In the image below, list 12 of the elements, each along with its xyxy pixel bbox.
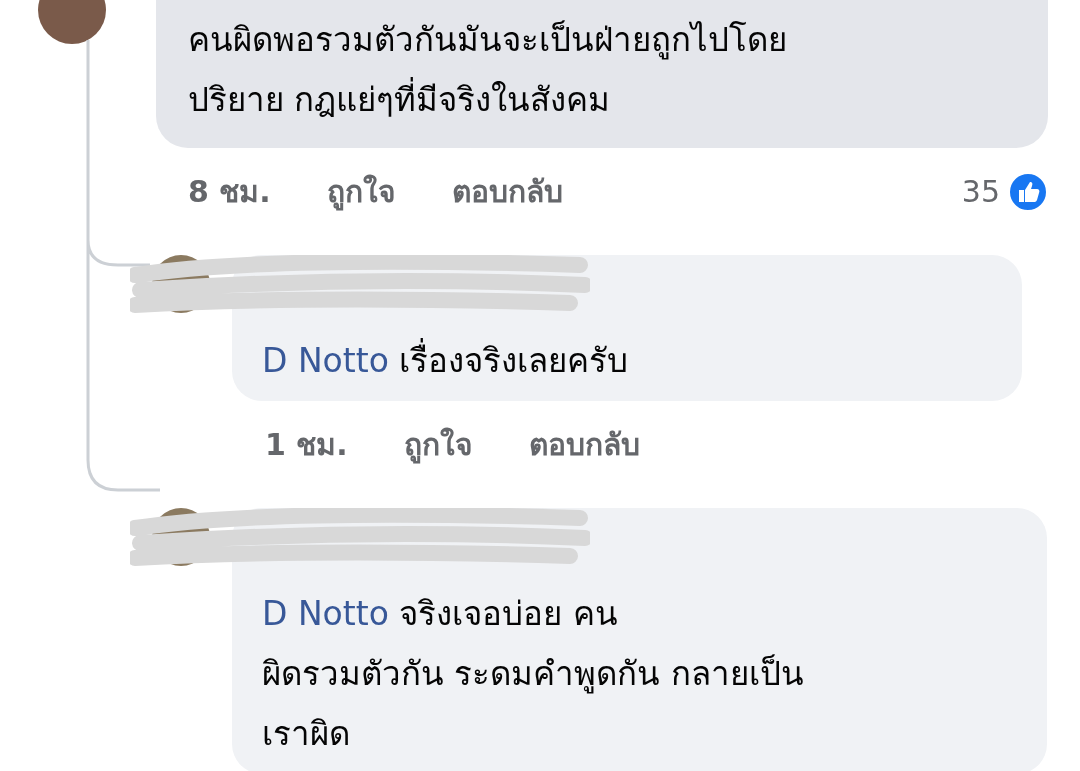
reply-link[interactable]: ตอบกลับ — [451, 168, 563, 215]
reply-link[interactable]: ตอบกลับ — [528, 421, 640, 468]
reply-text: D Notto จริงเจอบ่อย คน ผิดรวมตัวกัน ระดมคำพูดกัน กลายเป็น เราผิด — [232, 508, 1047, 771]
comment-text: คนผิดพอรวมตัวกันมันจะเป็นฝ่ายถูกไปโดย ปริยาย กฎแย่ๆที่มีจริงในสังคม — [156, 0, 1048, 148]
like-link[interactable]: ถูกใจ — [326, 168, 396, 215]
mention-link[interactable]: D Notto — [262, 341, 389, 380]
reply-time: 1 ชม. — [265, 426, 348, 464]
thumbs-up-icon — [1008, 171, 1048, 212]
reaction-count: 35 — [961, 174, 1000, 209]
comment-time: 8 ชม. — [188, 173, 271, 211]
like-link[interactable]: ถูกใจ — [403, 421, 473, 468]
mention-link[interactable]: D Notto — [262, 594, 389, 633]
